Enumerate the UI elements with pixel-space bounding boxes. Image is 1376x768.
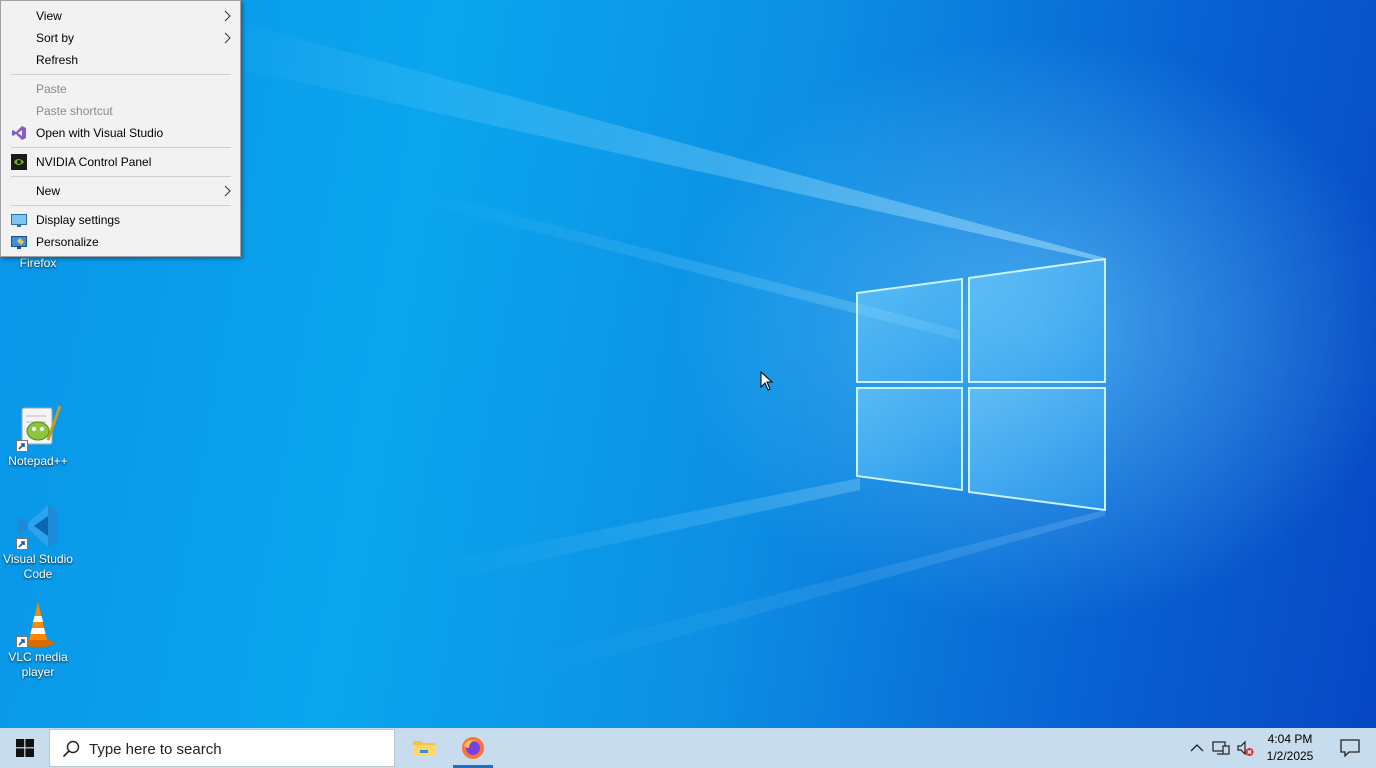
menu-item-new[interactable]: New xyxy=(1,180,240,202)
action-center-icon xyxy=(1340,739,1360,757)
shortcut-arrow-icon xyxy=(16,440,28,452)
desktop-icon-vlc[interactable]: VLC media player xyxy=(0,600,76,680)
taskbar-app-file-explorer[interactable] xyxy=(402,728,446,768)
mouse-cursor-icon xyxy=(760,371,774,391)
start-button[interactable] xyxy=(0,728,48,768)
menu-item-label: Open with Visual Studio xyxy=(36,126,164,140)
visual-studio-icon xyxy=(12,126,26,140)
menu-item-label: Refresh xyxy=(36,53,79,67)
volume-muted-icon[interactable] xyxy=(1236,739,1254,757)
menu-item-paste-shortcut[interactable]: Paste shortcut xyxy=(1,100,240,122)
desktop-icon-label: VLC media player xyxy=(8,650,68,679)
menu-item-display-settings[interactable]: Display settings xyxy=(1,209,240,231)
desktop-icon-label: Visual Studio Code xyxy=(3,552,73,581)
menu-item-label: View xyxy=(36,9,62,23)
menu-item-paste[interactable]: Paste xyxy=(1,78,240,100)
notepadpp-icon xyxy=(14,404,62,452)
clock-time: 4:04 PM xyxy=(1267,732,1313,746)
submenu-arrow-icon xyxy=(224,185,231,197)
windows-start-icon xyxy=(16,739,34,757)
submenu-arrow-icon xyxy=(224,32,231,44)
menu-item-label: Display settings xyxy=(36,213,121,227)
desktop-icon-label: Firefox xyxy=(19,256,57,270)
vscode-icon xyxy=(14,502,62,550)
vlc-icon xyxy=(14,600,62,648)
desktop-icon-vscode[interactable]: Visual Studio Code xyxy=(0,502,76,582)
menu-item-label: New xyxy=(36,184,61,198)
taskbar-search-box[interactable]: Type here to search xyxy=(49,729,395,767)
desktop-icon-firefox[interactable]: Firefox xyxy=(0,256,76,271)
menu-separator xyxy=(11,176,231,177)
menu-item-refresh[interactable]: Refresh xyxy=(1,49,240,71)
menu-item-label: Sort by xyxy=(36,31,75,45)
menu-item-label: Paste xyxy=(36,82,67,96)
search-icon xyxy=(62,740,80,758)
taskbar-clock[interactable]: 4:04 PM 1/2/2025 xyxy=(1258,731,1322,765)
menu-separator xyxy=(11,205,231,206)
display-settings-icon xyxy=(11,214,27,227)
menu-item-label: Personalize xyxy=(36,235,99,249)
search-placeholder: Type here to search xyxy=(89,741,222,758)
shortcut-arrow-icon xyxy=(16,538,28,550)
chevron-up-icon[interactable] xyxy=(1188,739,1206,757)
action-center-button[interactable] xyxy=(1330,728,1370,768)
menu-item-open-with-visual-studio[interactable]: Open with Visual Studio xyxy=(1,122,240,144)
menu-item-sort-by[interactable]: Sort by xyxy=(1,27,240,49)
personalize-icon xyxy=(11,236,27,249)
file-explorer-icon xyxy=(413,741,435,756)
menu-item-label: NVIDIA Control Panel xyxy=(36,155,152,169)
desktop-context-menu: View Sort by Refresh Paste Paste shortcu… xyxy=(0,0,241,257)
firefox-icon xyxy=(462,737,484,759)
menu-item-personalize[interactable]: Personalize xyxy=(1,231,240,253)
desktop-icon-label: Notepad++ xyxy=(8,454,68,468)
submenu-arrow-icon xyxy=(224,10,231,22)
taskbar-app-firefox[interactable] xyxy=(451,728,495,768)
nvidia-icon xyxy=(11,154,27,170)
shortcut-arrow-icon xyxy=(16,636,28,648)
menu-item-label: Paste shortcut xyxy=(36,104,113,118)
windows-wallpaper-logo xyxy=(856,257,1106,512)
desktop[interactable]: Firefox Notepad++ Visual Studio Code VLC… xyxy=(0,0,1376,728)
network-icon[interactable] xyxy=(1212,739,1230,757)
clock-date: 1/2/2025 xyxy=(1266,749,1314,763)
desktop-icon-notepadpp[interactable]: Notepad++ xyxy=(0,404,76,469)
menu-item-nvidia-control-panel[interactable]: NVIDIA Control Panel xyxy=(1,151,240,173)
menu-item-view[interactable]: View xyxy=(1,5,240,27)
taskbar: Type here to search 4:04 PM 1/2/2025 xyxy=(0,728,1376,768)
menu-separator xyxy=(11,147,231,148)
menu-separator xyxy=(11,74,231,75)
